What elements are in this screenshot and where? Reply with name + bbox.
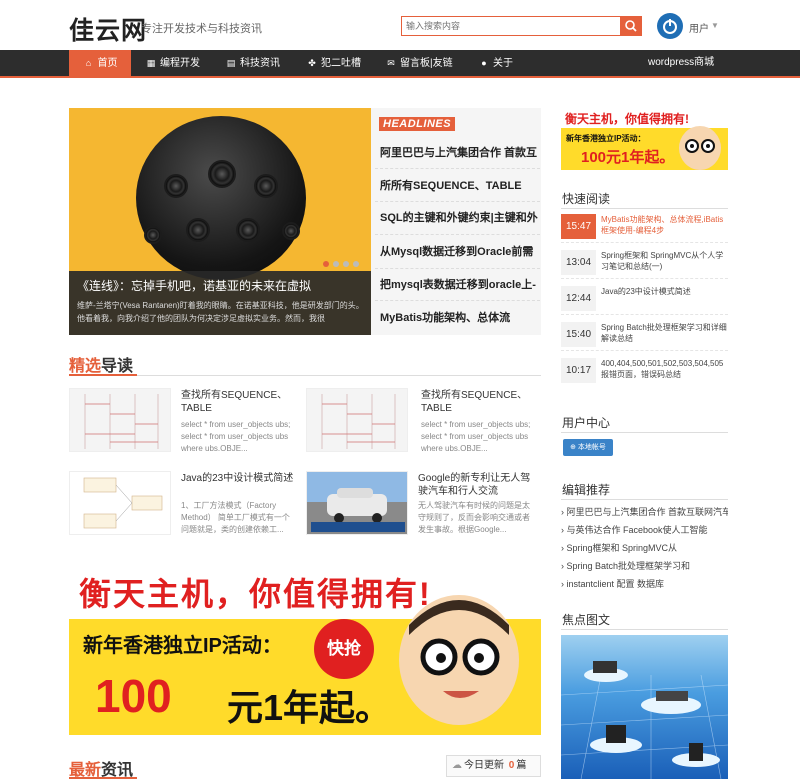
featured-section-title: 精选导读	[69, 358, 134, 375]
quick-read-item[interactable]: 15:47 MyBatis功能架构、总体流程,iBatis框架使用-编程4步	[561, 210, 728, 243]
headline-link[interactable]: 从Mysql数据迁移到Oracle前需	[380, 243, 540, 261]
quick-read-link[interactable]: MyBatis功能架构、总体流程,iBatis框架使用-编程4步	[601, 214, 728, 236]
nav-item-programming[interactable]: ▦ 编程开发	[145, 50, 200, 76]
headline-link[interactable]: 把mysql表数据迁移到oracle上-	[380, 276, 540, 294]
hero-title[interactable]: 《连线》：忘掉手机吧，诺基亚的未来在虚拟	[77, 277, 311, 294]
post-title[interactable]: Java的23中设计模式简述	[181, 472, 301, 485]
list-icon: ▤	[226, 58, 236, 68]
focus-image[interactable]	[561, 635, 728, 779]
post-title[interactable]: 查找所有SEQUENCE、TABLE	[181, 389, 301, 415]
nav-item-tech-news[interactable]: ▤ 科技资讯	[225, 50, 280, 76]
promo-headline: 衡天主机，你值得拥有!	[79, 576, 432, 612]
slide-dot[interactable]	[323, 261, 329, 267]
promo-badge: 快抢	[314, 619, 374, 679]
site-tagline: 专注开发技术与科技资讯	[141, 23, 262, 35]
headline-link[interactable]: SQL的主键和外键约束|主键和外	[380, 209, 540, 227]
editor-pick-link[interactable]: › instantclient 配置 数据库	[561, 577, 728, 590]
quick-read-link[interactable]: Spring框架和 SpringMVC从个人学习笔记和总结(一)	[601, 250, 728, 272]
post-title[interactable]: 查找所有SEQUENCE、TABLE	[421, 389, 541, 415]
slide-dot[interactable]	[333, 261, 339, 267]
post-thumbnail[interactable]	[306, 388, 408, 452]
slide-dot[interactable]	[343, 261, 349, 267]
post-excerpt: select * from user_objects ubs; select *…	[421, 420, 531, 453]
focus-images-title: 焦点图文	[562, 613, 611, 627]
user-menu-label[interactable]: 用户	[689, 20, 709, 35]
post-excerpt: 无人驾驶汽车有时候的问题是太守规则了，反而会影响交通或者发生事故。根据Googl…	[418, 501, 530, 534]
today-update-counter: ☁ 今日更新 0篇	[446, 755, 541, 777]
cloud-icon: ☁	[452, 760, 462, 771]
quick-read-link[interactable]: 400,404,500,501,502,503,504,505报错页面，错误码总…	[601, 358, 728, 380]
nav-item-shop[interactable]: wordpress商城	[648, 50, 714, 76]
nav-item-guestbook[interactable]: ✉ 留言板|友链	[385, 50, 452, 76]
nav-item-home[interactable]: ⌂ 首页	[69, 50, 131, 76]
site-header: 佳云网 专注开发技术与科技资讯 用户 ▼	[0, 0, 800, 50]
user-center-title: 用户中心	[562, 416, 611, 430]
quick-read-time: 10:17	[561, 358, 596, 383]
hero-caption: 《连线》：忘掉手机吧，诺基亚的未来在虚拟 维萨-兰塔宁(Vesa Rantane…	[69, 271, 371, 335]
nav-item-rant[interactable]: ✤ 犯二吐槽	[306, 50, 361, 76]
editor-pick-link[interactable]: › Spring Batch批处理框架学习和	[561, 559, 728, 572]
grid-icon: ▦	[146, 58, 156, 68]
post-excerpt: select * from user_objects ubs; select *…	[181, 420, 291, 453]
home-icon: ⌂	[85, 58, 92, 68]
quick-read-time: 15:40	[561, 322, 596, 347]
link-icon: ⊕	[570, 444, 578, 451]
editor-pick-link[interactable]: › Spring框架和 SpringMVC从	[561, 541, 728, 554]
headline-link[interactable]: 所所有SEQUENCE、TABLE	[380, 177, 540, 195]
quick-read-item[interactable]: 15:40 Spring Batch批处理框架学习和详细解读总结	[561, 318, 728, 351]
quick-read-link[interactable]: Spring Batch批处理框架学习和详细解读总结	[601, 322, 728, 344]
quick-read-title: 快速阅读	[562, 192, 611, 206]
main-nav: ⌂ 首页 ▦ 编程开发 ▤ 科技资讯 ✤ 犯二吐槽 ✉ 留言板|友链 ● 关于 wordpr…	[0, 50, 800, 78]
sidebar-ad[interactable]: 衡天主机，你值得拥有! 新年香港独立IP活动： 100元1年起。	[561, 108, 728, 170]
headline-link[interactable]: MyBatis功能架构、总体流	[380, 309, 540, 327]
chevron-down-icon[interactable]: ▼	[711, 21, 719, 30]
post-title[interactable]: Google的新专利让无人驾驶汽车和行人交流	[418, 472, 538, 498]
search-input[interactable]	[402, 17, 620, 35]
paw-icon: ✤	[308, 58, 316, 68]
headlines-badge: HEADLINES	[379, 117, 456, 131]
post-thumbnail[interactable]	[69, 388, 171, 452]
quick-read-link[interactable]: Java的23中设计模式简述	[601, 286, 728, 297]
editor-pick-link[interactable]: › 阿里巴巴与上汽集团合作 首款互联网汽车2	[561, 505, 728, 518]
post-thumbnail[interactable]	[69, 471, 171, 535]
hero-description: 维萨-兰塔宁(Vesa Rantanen)盯着我的眼睛。在诺基亚科技，他是研发部…	[77, 301, 364, 323]
promo-banner[interactable]: 衡天主机，你值得拥有! 新年香港独立IP活动： 100 元1年起。 快抢	[69, 559, 541, 735]
nav-item-about[interactable]: ● 关于	[478, 50, 513, 76]
quick-read-item[interactable]: 12:44 Java的23中设计模式简述	[561, 282, 728, 315]
search-box	[401, 16, 642, 36]
quick-read-time: 13:04	[561, 250, 596, 275]
user-icon: ●	[481, 58, 487, 68]
search-icon	[625, 20, 637, 32]
quick-read-item[interactable]: 10:17 400,404,500,501,502,503,504,505报错页…	[561, 354, 728, 387]
search-button[interactable]	[620, 16, 642, 36]
hero-slider[interactable]: 《连线》：忘掉手机吧，诺基亚的未来在虚拟 维萨-兰塔宁(Vesa Rantane…	[69, 108, 371, 335]
hero-image	[136, 116, 306, 280]
site-logo[interactable]: 佳云网	[69, 11, 147, 47]
quick-read-time: 12:44	[561, 286, 596, 311]
chat-icon: ✉	[387, 58, 395, 68]
user-avatar-icon[interactable]	[657, 13, 683, 39]
editor-pick-link[interactable]: › 与英伟达合作 Facebook使人工智能	[561, 523, 728, 536]
quick-read-item[interactable]: 13:04 Spring框架和 SpringMVC从个人学习笔记和总结(一)	[561, 246, 728, 279]
promo-price: 100	[95, 670, 172, 722]
quick-read-time: 15:47	[561, 214, 596, 239]
local-account-button[interactable]: ⊕ 本地帐号	[563, 439, 613, 456]
promo-subtitle: 新年香港独立IP活动：	[83, 635, 282, 657]
promo-price-unit: 元1年起。	[227, 687, 392, 728]
editor-picks-title: 编辑推荐	[562, 483, 611, 497]
post-thumbnail[interactable]	[306, 471, 408, 535]
headline-link[interactable]: 阿里巴巴与上汽集团合作 首款互	[380, 144, 540, 162]
mascot-image	[399, 595, 519, 725]
post-excerpt: 1、工厂方法模式（Factory Method） 简单工厂模式有一个问题就是，类…	[181, 501, 290, 534]
slide-dot[interactable]	[353, 261, 359, 267]
